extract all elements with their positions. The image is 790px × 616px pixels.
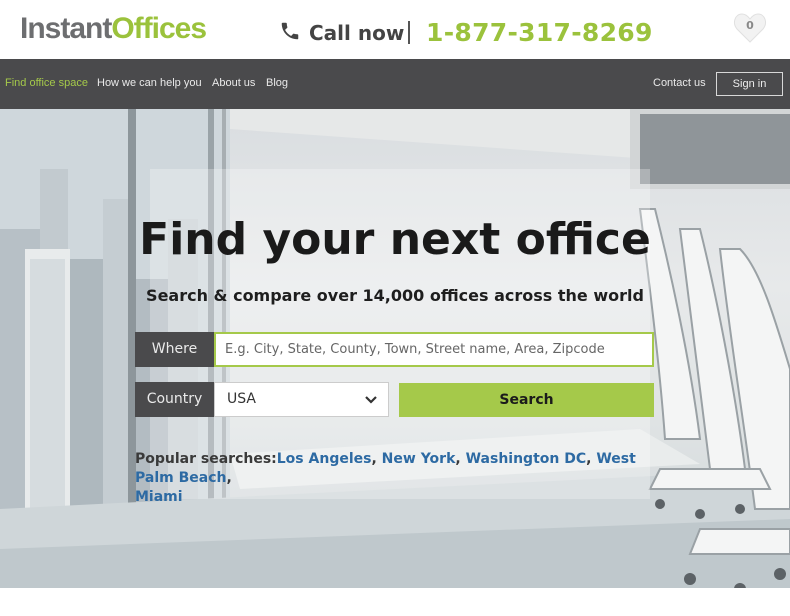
page-title: Find your next office bbox=[139, 214, 651, 265]
country-value: USA bbox=[227, 391, 256, 407]
header-divider bbox=[408, 21, 410, 44]
where-label: Where bbox=[135, 332, 214, 367]
site-header: InstantOffices Call now 1-877-317-8269 0 bbox=[0, 0, 790, 59]
favorites-count: 0 bbox=[746, 19, 754, 32]
nav-item-how-we-can-help[interactable]: How we can help you bbox=[97, 76, 202, 90]
sign-in-button[interactable]: Sign in bbox=[716, 72, 783, 96]
nav-item-contact-us[interactable]: Contact us bbox=[653, 76, 706, 90]
where-input[interactable] bbox=[214, 332, 654, 367]
page-bottom-strip bbox=[0, 588, 790, 616]
chevron-down-icon bbox=[365, 396, 377, 404]
nav-item-find-office-space[interactable]: Find office space bbox=[5, 76, 88, 90]
popular-link-washington-dc[interactable]: Washington DC bbox=[466, 451, 587, 467]
logo[interactable]: InstantOffices bbox=[20, 12, 207, 46]
popular-link-miami[interactable]: Miami bbox=[135, 489, 183, 505]
popular-searches-label: Popular searches: bbox=[135, 451, 277, 467]
nav-item-about-us[interactable]: About us bbox=[212, 76, 255, 90]
phone-number-link[interactable]: 1-877-317-8269 bbox=[426, 17, 653, 49]
logo-part-instant: Instant bbox=[20, 12, 112, 45]
popular-link-los-angeles[interactable]: Los Angeles bbox=[277, 451, 372, 467]
logo-part-offices: Offices bbox=[111, 12, 207, 45]
popular-searches: Popular searches:Los Angeles, New York, … bbox=[135, 451, 636, 505]
country-label: Country bbox=[135, 382, 214, 417]
call-now-label: Call now bbox=[309, 21, 405, 45]
search-button[interactable]: Search bbox=[399, 383, 654, 417]
country-select[interactable]: USA bbox=[214, 382, 389, 417]
page-subtitle: Search & compare over 14,000 offices acr… bbox=[146, 286, 644, 305]
phone-icon bbox=[281, 22, 299, 40]
nav-item-blog[interactable]: Blog bbox=[266, 76, 288, 90]
popular-link-new-york[interactable]: New York bbox=[382, 451, 456, 467]
